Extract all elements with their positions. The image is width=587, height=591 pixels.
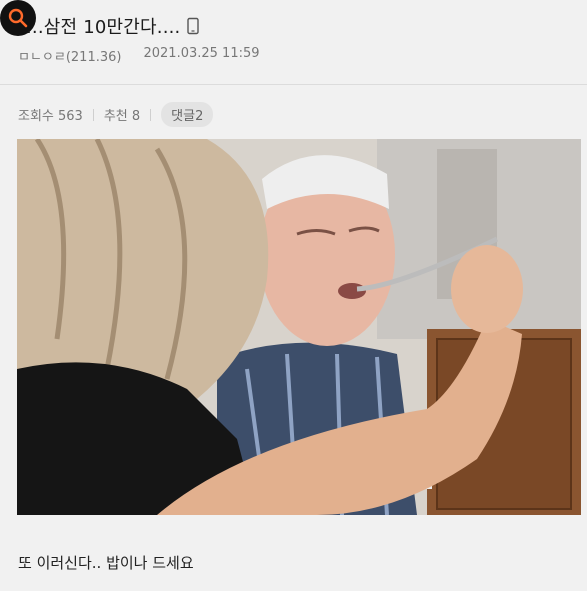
stats-separator: [150, 108, 152, 121]
post-stats: 조회수 563 추천 8 댓글2: [18, 102, 214, 127]
post-photo: [17, 139, 581, 515]
view-count: 조회수 563: [18, 109, 83, 124]
post-body-text: 또 이러신다.. 밥이나 드세요: [18, 554, 194, 572]
author[interactable]: ㅁㄴㅇㄹ(211.36): [18, 46, 121, 65]
stats-separator: [92, 108, 94, 121]
phone-icon: [187, 17, 200, 35]
post-meta: ㅁㄴㅇㄹ(211.36) 2021.03.25 11:59: [18, 46, 260, 65]
post-datetime: 2021.03.25 11:59: [143, 46, 260, 61]
post-title[interactable]: ...삼전 10만간다....: [26, 13, 180, 39]
recommend-count: 추천 8: [103, 109, 141, 124]
comment-count-button[interactable]: 댓글2: [161, 102, 214, 127]
photo-illustration: [17, 139, 581, 515]
post-header: ...삼전 10만간다....: [26, 12, 200, 40]
divider: [0, 84, 587, 85]
